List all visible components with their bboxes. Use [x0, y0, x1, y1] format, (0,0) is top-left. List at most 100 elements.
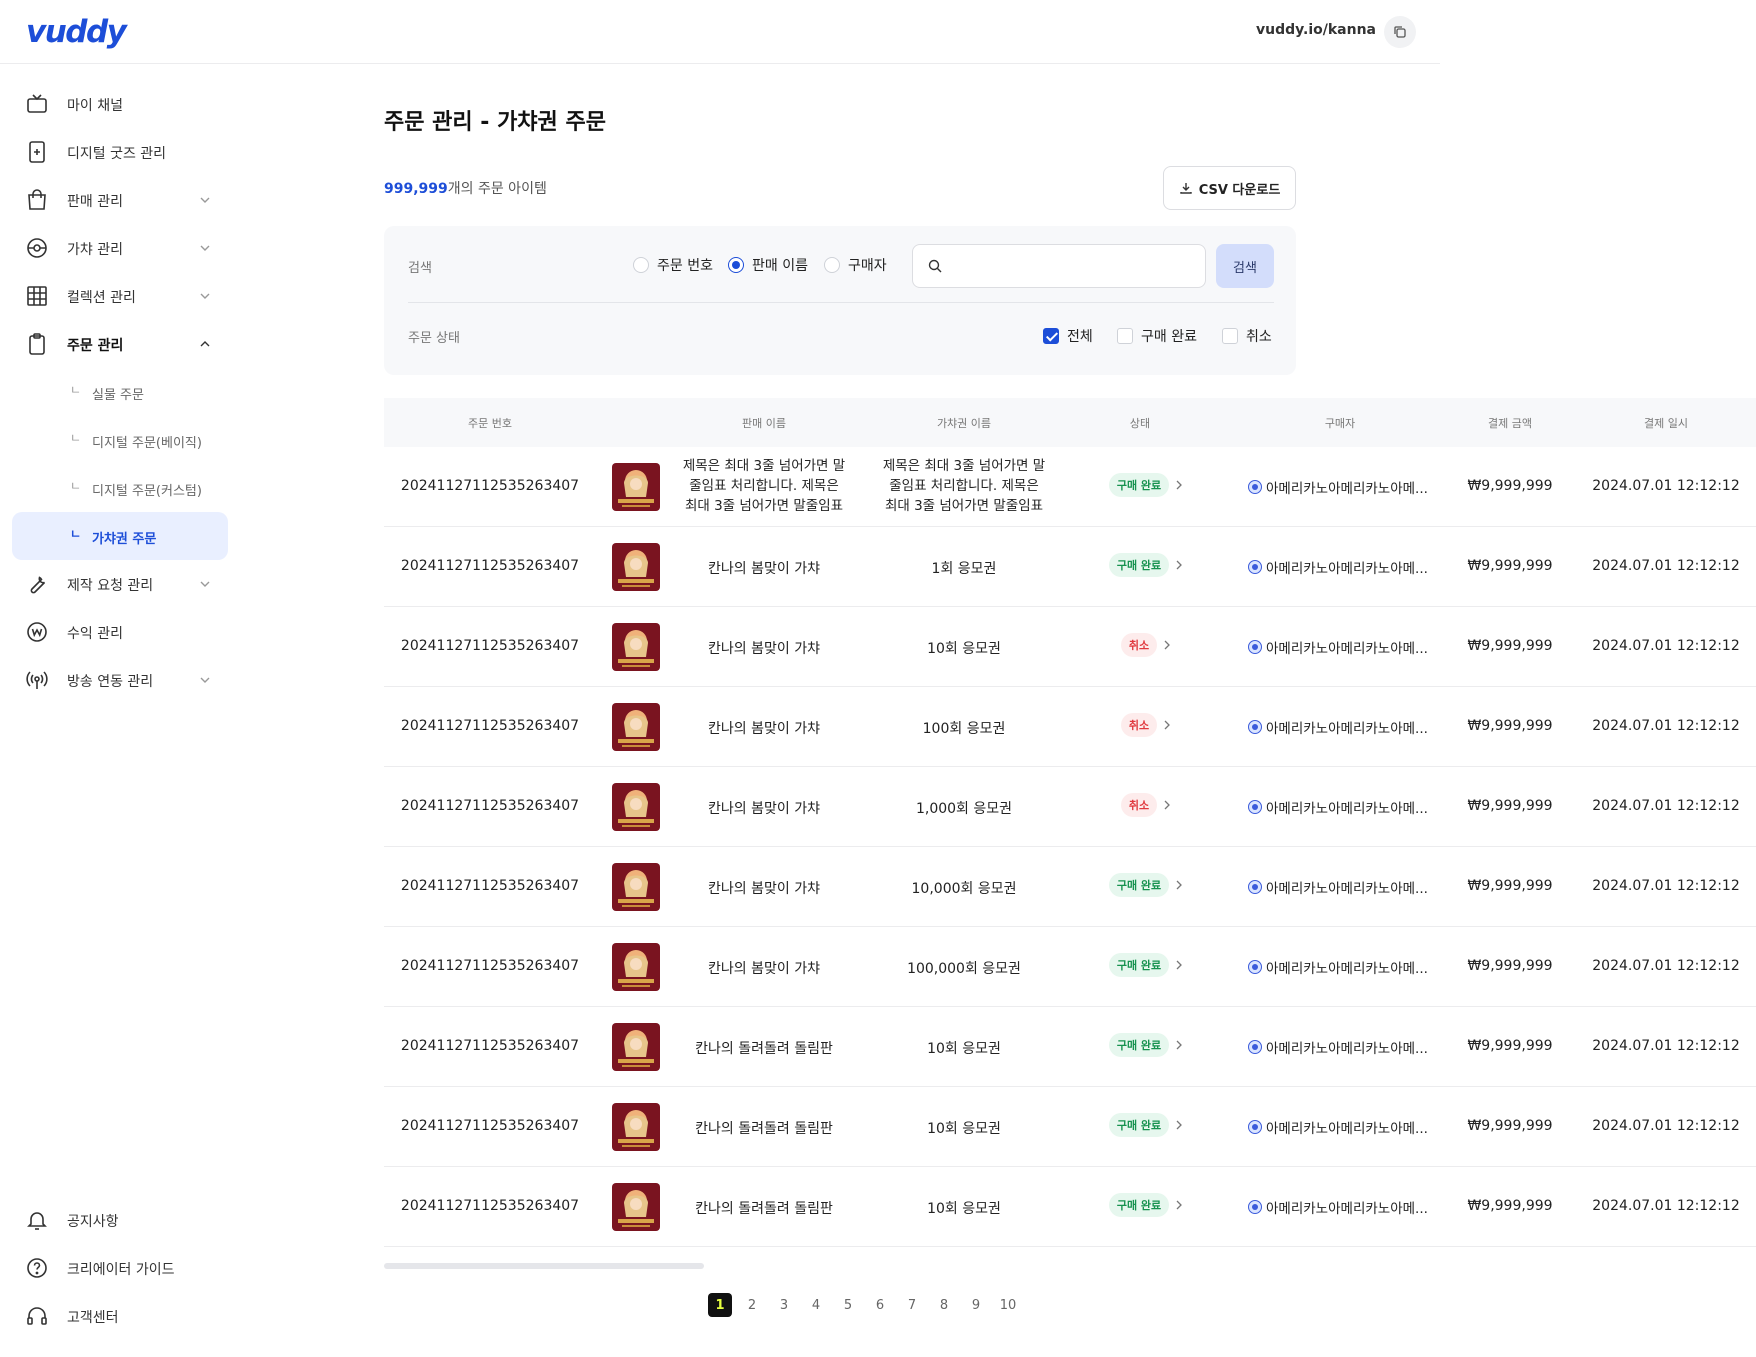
buyer-avatar-icon	[1248, 800, 1262, 814]
status-cell[interactable]: 구매 완료	[1090, 953, 1202, 977]
status-cell[interactable]: 구매 완료	[1090, 473, 1202, 497]
download-icon	[1180, 183, 1192, 194]
ticket-name: 제목은 최대 3줄 넘어가면 말줄임표 처리합니다. 제목은 최대 3줄 넘어가…	[882, 458, 1046, 514]
sidebar-subitem-gacha-ticket-orders[interactable]: ㄴ 가챠권 주문	[12, 512, 228, 560]
chevron-right-icon	[1176, 480, 1183, 490]
sidebar-item-revenue[interactable]: 수익 관리	[12, 608, 228, 656]
page-8-button[interactable]: 8	[932, 1293, 956, 1317]
ticket-name: 1회 응모권	[931, 561, 997, 577]
sidebar-item-gacha[interactable]: 가챠 관리	[12, 224, 228, 272]
vuddy-logo[interactable]: vuddy	[26, 14, 127, 50]
item-thumbnail	[612, 1023, 660, 1071]
status-cell[interactable]: 구매 완료	[1090, 553, 1202, 577]
sidebar-item-customer-center[interactable]: 고객센터	[12, 1292, 228, 1340]
chevron-right-icon	[1176, 1120, 1183, 1130]
table-row[interactable]: 20241127112535263407 칸나의 돌려돌려 돌림판 10회 응모권 구…	[384, 1167, 1756, 1247]
table-row[interactable]: 20241127112535263407 제목은 최대 3줄 넘어가면 말줄임표 …	[384, 447, 1756, 527]
won-coin-icon	[27, 622, 47, 642]
status-cell[interactable]: 취소	[1090, 793, 1202, 817]
buyer-cell: 아메리카노아메리카노아메...	[1248, 717, 1444, 737]
chevron-down-icon	[200, 581, 210, 587]
radio-circle[interactable]	[728, 257, 744, 273]
page-10-button[interactable]: 10	[996, 1293, 1020, 1317]
table-row[interactable]: 20241127112535263407 칸나의 봄맞이 가챠 100회 응모권 취소…	[384, 687, 1756, 767]
order-count: 999,999개의 주문 아이템	[384, 178, 547, 198]
checkbox-box[interactable]	[1043, 328, 1059, 344]
table-row[interactable]: 20241127112535263407 칸나의 봄맞이 가챠 1,000회 응모권…	[384, 767, 1756, 847]
status-cell[interactable]: 구매 완료	[1090, 873, 1202, 897]
checkbox-box[interactable]	[1117, 328, 1133, 344]
sidebar-item-notice[interactable]: 공지사항	[12, 1196, 228, 1244]
table-row[interactable]: 20241127112535263407 칸나의 돌려돌려 돌림판 10회 응모권 구…	[384, 1007, 1756, 1087]
status-cell[interactable]: 취소	[1090, 713, 1202, 737]
table-row[interactable]: 20241127112535263407 칸나의 돌려돌려 돌림판 10회 응모권 구…	[384, 1087, 1756, 1167]
radio-order-number[interactable]: 주문 번호	[633, 255, 713, 275]
page-3-button[interactable]: 3	[772, 1293, 796, 1317]
help-circle-icon	[27, 1258, 47, 1278]
order-number: 20241127112535263407	[400, 1198, 580, 1214]
checkbox-purchased[interactable]: 구매 완료	[1117, 326, 1197, 346]
ticket-name: 10회 응모권	[927, 1201, 1001, 1217]
checkbox-label: 취소	[1246, 329, 1272, 345]
channel-url[interactable]: vuddy.io/kanna	[1256, 22, 1376, 38]
sidebar-item-digital-goods[interactable]: 디지털 굿즈 관리	[12, 128, 228, 176]
radio-buyer[interactable]: 구매자	[824, 255, 887, 275]
sidebar-subitem-physical-orders[interactable]: ㄴ 실물 주문	[12, 368, 228, 416]
checkbox-cancelled[interactable]: 취소	[1222, 326, 1272, 346]
top-header: vuddy vuddy.io/kanna	[0, 0, 1440, 64]
sidebar-item-orders[interactable]: 주문 관리	[12, 320, 228, 368]
buyer-name: 아메리카노아메리카노아메...	[1266, 481, 1428, 497]
sidebar-item-label: 주문 관리	[67, 338, 124, 354]
page-2-button[interactable]: 2	[740, 1293, 764, 1317]
chevron-right-icon	[1164, 800, 1171, 810]
table-row[interactable]: 20241127112535263407 칸나의 봄맞이 가챠 100,000회 응…	[384, 927, 1756, 1007]
search-button[interactable]: 검색	[1216, 244, 1274, 288]
ticket-name: 10회 응모권	[927, 1121, 1001, 1137]
radio-sale-name[interactable]: 판매 이름	[728, 255, 808, 275]
search-icon	[928, 259, 942, 273]
page-7-button[interactable]: 7	[900, 1293, 924, 1317]
table-row[interactable]: 20241127112535263407 칸나의 봄맞이 가챠 10,000회 응모…	[384, 847, 1756, 927]
item-thumbnail	[612, 943, 660, 991]
checkbox-all[interactable]: 전체	[1043, 326, 1093, 346]
chevron-down-icon	[200, 245, 210, 251]
column-header-sale-name: 판매 이름	[742, 417, 786, 430]
page-9-button[interactable]: 9	[964, 1293, 988, 1317]
radio-circle[interactable]	[633, 257, 649, 273]
sidebar-item-broadcast[interactable]: 방송 연동 관리	[12, 656, 228, 704]
sidebar-item-production-requests[interactable]: 제작 요청 관리	[12, 560, 228, 608]
page-5-button[interactable]: 5	[836, 1293, 860, 1317]
status-badge: 구매 완료	[1108, 473, 1170, 497]
copy-url-button[interactable]	[1384, 16, 1416, 48]
payment-amount: ₩9,999,999	[1467, 798, 1553, 814]
page-4-button[interactable]: 4	[804, 1293, 828, 1317]
checkbox-box[interactable]	[1222, 328, 1238, 344]
radio-circle[interactable]	[824, 257, 840, 273]
table-row[interactable]: 20241127112535263407 칸나의 봄맞이 가챠 10회 응모권 취소 아…	[384, 607, 1756, 687]
sidebar-item-sales[interactable]: 판매 관리	[12, 176, 228, 224]
page-1-button[interactable]: 1	[708, 1293, 732, 1317]
sidebar-item-collection[interactable]: 컬렉션 관리	[12, 272, 228, 320]
payment-amount: ₩9,999,999	[1467, 718, 1553, 734]
status-cell[interactable]: 구매 완료	[1090, 1193, 1202, 1217]
sidebar-item-my-channel[interactable]: 마이 채널	[12, 80, 228, 128]
csv-download-button[interactable]: CSV 다운로드	[1163, 166, 1296, 210]
table-row[interactable]: 20241127112535263407 칸나의 봄맞이 가챠 1회 응모권 구매 완…	[384, 527, 1756, 607]
page-6-button[interactable]: 6	[868, 1293, 892, 1317]
column-header-paid-at: 결제 일시	[1644, 417, 1688, 430]
search-input[interactable]	[953, 255, 1193, 279]
sidebar-item-label: 크리에이터 가이드	[67, 1262, 175, 1278]
gacha-thumbnail-art	[612, 623, 660, 671]
status-badge: 취소	[1120, 633, 1158, 657]
status-cell[interactable]: 구매 완료	[1090, 1113, 1202, 1137]
status-cell[interactable]: 구매 완료	[1090, 1033, 1202, 1057]
sidebar-item-creator-guide[interactable]: 크리에이터 가이드	[12, 1244, 228, 1292]
search-label: 검색	[408, 261, 432, 276]
horizontal-scrollbar[interactable]	[384, 1263, 704, 1269]
status-cell[interactable]: 취소	[1090, 633, 1202, 657]
buyer-name: 아메리카노아메리카노아메...	[1266, 881, 1428, 897]
sidebar-subitem-digital-basic[interactable]: ㄴ 디지털 주문(베이직)	[12, 416, 228, 464]
sidebar-subitem-digital-custom[interactable]: ㄴ 디지털 주문(커스텀)	[12, 464, 228, 512]
search-field[interactable]	[912, 244, 1206, 288]
payment-datetime: 2024.07.01 12:12:12	[1592, 638, 1740, 654]
